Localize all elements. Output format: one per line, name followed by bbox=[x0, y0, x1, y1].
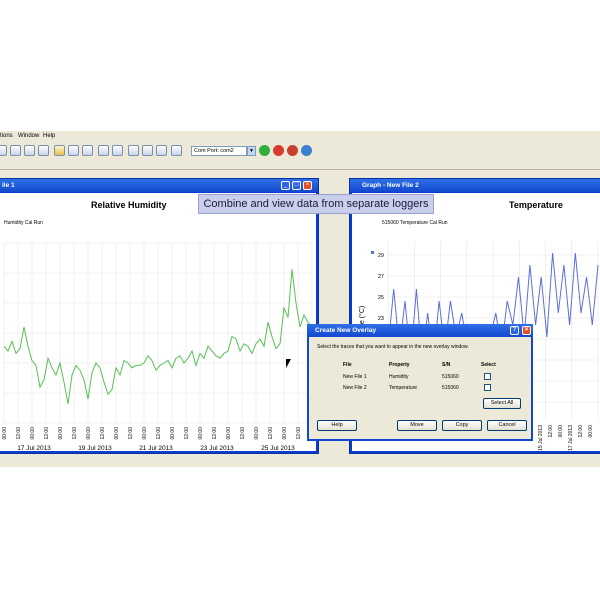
humidity-chart: 00:00 12:00 00:00 12:00 00:00 12:00 00:00 12:00… bbox=[2, 242, 316, 452]
x-tick-label: 00:00 bbox=[282, 427, 288, 440]
menu-options[interactable]: tions bbox=[0, 133, 13, 139]
table-icon[interactable] bbox=[38, 145, 49, 156]
y-tick-label: 23 bbox=[378, 316, 384, 322]
export-icon[interactable] bbox=[82, 145, 93, 156]
x-tick-label: 17 Jul 2013 bbox=[568, 425, 574, 451]
chart-title-humidity: Relative Humidity bbox=[91, 200, 167, 210]
x-tick-label: 00:00 bbox=[254, 427, 260, 440]
x-tick-label: 00:00 bbox=[58, 427, 64, 440]
row-file: New File 2 bbox=[343, 385, 367, 391]
x-tick-label: 12:00 bbox=[184, 427, 190, 440]
zoom-out-icon[interactable] bbox=[156, 145, 167, 156]
x-tick-label: 12:00 bbox=[100, 427, 106, 440]
x-tick-label: 12:00 bbox=[156, 427, 162, 440]
play-icon[interactable] bbox=[259, 145, 270, 156]
x-tick-label: 12:00 bbox=[212, 427, 218, 440]
x-tick-label: 12:00 bbox=[296, 427, 302, 440]
select-checkbox-1[interactable] bbox=[484, 373, 491, 380]
x-tick-label: 00:00 bbox=[558, 425, 564, 438]
menu-bar: tions Window Help bbox=[0, 131, 600, 142]
x-tick-label: 12:00 bbox=[578, 425, 584, 438]
caption-banner: Combine and view data from separate logg… bbox=[198, 194, 434, 214]
close-icon-dialog[interactable]: × bbox=[522, 326, 531, 335]
header-select: Select bbox=[481, 362, 496, 368]
minimize-icon[interactable]: _ bbox=[281, 181, 290, 190]
y-tick-label: 27 bbox=[378, 274, 384, 280]
x-tick-label: 00:00 bbox=[198, 427, 204, 440]
legend-marker bbox=[371, 251, 374, 254]
select-checkbox-2[interactable] bbox=[484, 384, 491, 391]
row-sn: 515060 bbox=[442, 385, 459, 391]
header-file: File bbox=[343, 362, 352, 368]
x-tick-label: 12:00 bbox=[44, 427, 50, 440]
y-tick-label: 29 bbox=[378, 253, 384, 259]
zoom-in-icon[interactable] bbox=[142, 145, 153, 156]
x-tick-label: 15 Jul 2013 bbox=[538, 425, 544, 451]
window-title-2: Graph - New File 2 bbox=[350, 179, 600, 192]
y-tick-label: 25 bbox=[378, 295, 384, 301]
mouse-cursor-icon bbox=[286, 359, 294, 368]
x-tick-label: 00:00 bbox=[226, 427, 232, 440]
header-property: Property bbox=[389, 362, 410, 368]
chart-bars-icon[interactable] bbox=[98, 145, 109, 156]
row-file: New File 1 bbox=[343, 374, 367, 380]
menu-help[interactable]: Help bbox=[43, 133, 55, 139]
help-icon[interactable] bbox=[301, 145, 312, 156]
legend-temperature: 515060 Temperature Cal Run bbox=[382, 220, 448, 226]
dialog-title: Create New Overlay ? × bbox=[307, 324, 533, 337]
x-tick-label: 00:00 bbox=[588, 425, 594, 438]
dialog-instruction: Select the traces that you want to appea… bbox=[317, 344, 469, 350]
x-tick-label: 00:00 bbox=[114, 427, 120, 440]
com-port-select[interactable]: Com Port: com2 bbox=[191, 146, 247, 156]
close-icon[interactable]: × bbox=[303, 181, 312, 190]
x-tick-label: 00:00 bbox=[2, 427, 8, 440]
date-label: 19 Jul 2013 bbox=[78, 445, 112, 452]
open-icon[interactable] bbox=[10, 145, 21, 156]
chart-bars-icon-2[interactable] bbox=[112, 145, 123, 156]
x-tick-label: 00:00 bbox=[142, 427, 148, 440]
row-property: Temperature bbox=[389, 385, 418, 391]
copy-button[interactable]: Copy bbox=[442, 420, 482, 431]
delete-icon[interactable] bbox=[287, 145, 298, 156]
move-button[interactable]: Move bbox=[397, 420, 437, 431]
date-label: 21 Jul 2013 bbox=[139, 445, 173, 452]
date-label: 23 Jul 2013 bbox=[200, 445, 234, 452]
maximize-icon[interactable]: □ bbox=[292, 181, 301, 190]
create-overlay-dialog: Create New Overlay ? × Select the traces… bbox=[307, 324, 533, 441]
help-button[interactable]: Help bbox=[317, 420, 357, 431]
new-icon[interactable] bbox=[0, 145, 7, 156]
stop-icon[interactable] bbox=[273, 145, 284, 156]
window-title: ile 1 bbox=[0, 179, 318, 192]
graph-icon[interactable] bbox=[68, 145, 79, 156]
graph-area: 00:00 12:00 00:00 12:00 00:00 12:00 00:00 12:00… bbox=[0, 193, 316, 452]
x-tick-label: 12:00 bbox=[16, 427, 22, 440]
dialog-title-text: Create New Overlay bbox=[315, 327, 377, 334]
x-tick-label: 12:00 bbox=[72, 427, 78, 440]
row-property: Humidity bbox=[389, 374, 409, 380]
x-tick-label: 00:00 bbox=[86, 427, 92, 440]
pan-icon[interactable] bbox=[128, 145, 139, 156]
graph-window-1: ile 1 _ □ × 00:00 12:00 00:00 12:00 00:00 12:… bbox=[0, 178, 319, 454]
x-tick-label: 12:00 bbox=[268, 427, 274, 440]
date-label: 17 Jul 2013 bbox=[17, 445, 51, 452]
folder-icon[interactable] bbox=[54, 145, 65, 156]
row-sn: 515060 bbox=[442, 374, 459, 380]
zoom-reset-icon[interactable] bbox=[171, 145, 182, 156]
legend-humidity: Humidity Cal Run bbox=[4, 220, 43, 226]
date-label: 25 Jul 2013 bbox=[261, 445, 295, 452]
save-icon[interactable] bbox=[24, 145, 35, 156]
toolbar: Com Port: com2 ▼ bbox=[0, 142, 600, 170]
chevron-down-icon[interactable]: ▼ bbox=[247, 146, 256, 156]
select-all-button[interactable]: Select All bbox=[483, 398, 521, 409]
x-tick-label: 12:00 bbox=[548, 425, 554, 438]
chart-title-temperature: Temperature bbox=[509, 200, 563, 210]
x-tick-label: 12:00 bbox=[128, 427, 134, 440]
x-tick-label: 00:00 bbox=[170, 427, 176, 440]
x-tick-label: 00:00 bbox=[30, 427, 36, 440]
header-sn: S/N bbox=[442, 362, 451, 368]
help-icon-dialog[interactable]: ? bbox=[510, 326, 519, 335]
x-tick-label: 12:00 bbox=[240, 427, 246, 440]
menu-window[interactable]: Window bbox=[18, 133, 39, 139]
cancel-button[interactable]: Cancel bbox=[487, 420, 527, 431]
